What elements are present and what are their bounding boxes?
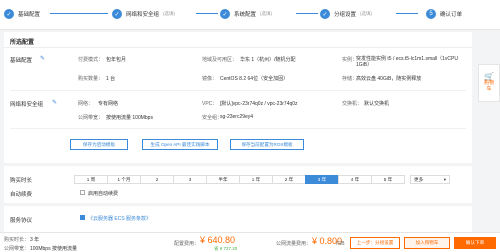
switch-key: 交换机： (342, 101, 363, 107)
duration-label: 购买时长 (10, 178, 33, 184)
section-title: 所选配置 (10, 40, 35, 46)
prev-step-button[interactable]: 上一步：分组设置 (350, 237, 400, 249)
agreement-checkbox[interactable] (80, 215, 85, 220)
storage-value: 高效云盘 40GiB，随实例释放 (356, 76, 422, 82)
more-duration-select[interactable]: 更多 ▾ (410, 175, 450, 184)
divider (4, 47, 472, 48)
confirm-order-button[interactable]: 确认下单 (454, 237, 496, 249)
duration-option-selected[interactable]: 3 年 (305, 175, 339, 184)
duration-option[interactable]: 半年 (206, 175, 240, 184)
duration-option[interactable]: 1 周 (74, 175, 108, 184)
save-template-button[interactable]: 保存为启动模板 (70, 139, 128, 150)
savings-value: 省 ¥ 727.20 (214, 246, 238, 251)
chevron-down-icon: ▾ (443, 176, 446, 182)
step-connector (296, 13, 318, 14)
region-value: 华东 1（杭州）/随机分配 (240, 57, 296, 63)
selected-config-panel: 所选配置 基础配置 ✎ 付费模式： 包年包月 地域及可用区： 华东 1（杭州）/… (4, 32, 472, 163)
auto-renew-text: 启用自动续费 (88, 191, 119, 197)
traffic-fee-unit: /GB (336, 241, 345, 247)
duration-panel: 购买时长 自动续费 启用自动续费 (4, 166, 472, 203)
edit-icon[interactable]: ✎ (40, 55, 45, 62)
step-optional: (选填) (163, 11, 176, 16)
security-group-key: 安全组： (202, 115, 223, 121)
switch-value: 默认交换机 (364, 101, 390, 107)
step-1[interactable]: ✓ 基础配置 (4, 8, 40, 20)
step-label: 分组设置 (334, 12, 357, 18)
divider (10, 128, 466, 129)
bandwidth-value: 按使用流量 100Mbps (106, 115, 153, 121)
footer-bandwidth-value: 100Mbps 按使用流量 (30, 246, 77, 252)
vpc-key: VPC： (202, 101, 218, 107)
footer-duration-value: 3 年 (30, 237, 40, 243)
vpc-value: [默认]vpc-23r74q0z / vpc-23r74q0z (220, 101, 298, 107)
duration-option[interactable]: 1 个月 (107, 175, 141, 184)
network-key: 网络： (78, 101, 94, 107)
step-label: 系统配置 (234, 12, 257, 18)
image-key: 镜像： (202, 76, 218, 82)
step-connector (196, 13, 218, 14)
duration-option[interactable]: 1 年 (239, 175, 273, 184)
step-label: 确认订单 (440, 12, 463, 18)
basic-config-title: 基础配置 (10, 58, 33, 64)
order-footer: 购买时长： 3 年 公网带宽： 100Mbps 按使用流量 配置费用： ¥ 64… (0, 232, 500, 252)
auto-renew-checkbox[interactable] (80, 190, 85, 195)
bandwidth-key: 公网带宽： (78, 115, 104, 121)
network-title: 网络和安全组 (10, 102, 44, 108)
step-connector (50, 13, 108, 14)
edit-icon[interactable]: ✎ (52, 99, 57, 106)
auto-renew-label: 自动续费 (10, 192, 33, 198)
step-3[interactable]: ✓ 系统配置 (选填) (220, 8, 272, 20)
footer-duration-key: 购买时长： (4, 237, 30, 243)
check-icon: ✓ (4, 9, 14, 19)
image-value: CentOS 8.2 64位（安全加固） (220, 76, 289, 82)
step-5: 5 确认订单 (426, 8, 462, 20)
step-optional: (选填) (360, 11, 373, 16)
generate-api-button[interactable]: 生成 Open API 最佳实践脚本 (142, 139, 218, 150)
step-optional: (选填) (260, 11, 273, 16)
step-connector (396, 13, 418, 14)
check-icon: ✓ (112, 9, 122, 19)
duration-option[interactable]: 2 年 (272, 175, 306, 184)
duration-option[interactable]: 5 年 (371, 175, 405, 184)
check-icon: ✓ (320, 9, 330, 19)
step-number: 5 (426, 9, 436, 19)
divider (10, 90, 466, 91)
traffic-fee-key: 公网流量费用： (276, 241, 312, 247)
duration-option[interactable]: 3 (173, 175, 207, 184)
cart-label: 购物车 (484, 80, 495, 92)
security-group-value: sg-23erc29ey4 (220, 114, 254, 120)
duration-option[interactable]: 2 (140, 175, 174, 184)
save-ros-button[interactable]: 保存当前配置为ROS模板 (230, 139, 304, 150)
step-label: 网络和安全组 (126, 12, 160, 18)
quantity-key: 购买数量： (78, 76, 104, 82)
agreement-link[interactable]: 《云服务器 ECS 服务条款》 (88, 215, 151, 222)
step-4[interactable]: ✓ 分组设置 (选填) (320, 8, 372, 20)
region-key: 地域及可用区： (202, 57, 238, 63)
step-2[interactable]: ✓ 网络和安全组 (选填) (112, 8, 175, 20)
agreement-label: 服务协议 (10, 218, 33, 224)
more-duration-text: 更多 (414, 176, 424, 182)
step-bar: ✓ 基础配置 ✓ 网络和安全组 (选填) ✓ 系统配置 (选填) ✓ 分组设置 (选填) 5确… (0, 0, 500, 30)
instance-value: 突发性能实例 t5 / ecs.t5-lc1m1.small（1vCPU 1Gi… (356, 56, 458, 68)
step-label: 基础配置 (18, 12, 41, 18)
footer-bandwidth-key: 公网带宽： (4, 246, 30, 252)
check-icon: ✓ (220, 9, 230, 19)
pay-mode-value: 包年包月 (106, 57, 127, 63)
fee-key: 配置费用： (174, 241, 200, 247)
duration-option[interactable]: 4 年 (338, 175, 372, 184)
fee-value: ¥ 640.80 (200, 235, 236, 245)
storage-key: 存储： (342, 76, 358, 82)
quantity-value: 1 台 (106, 76, 116, 82)
add-to-cart-button[interactable]: 加入购物车 (404, 237, 450, 249)
cart-sidebar-button[interactable]: 🛒 购物车 (478, 64, 500, 102)
network-value: 专有网络 (98, 101, 119, 107)
instance-key: 实例： (342, 57, 358, 63)
agreement-panel: 服务协议 《云服务器 ECS 服务条款》 (4, 206, 472, 232)
pay-mode-key: 付费模式： (78, 57, 104, 63)
